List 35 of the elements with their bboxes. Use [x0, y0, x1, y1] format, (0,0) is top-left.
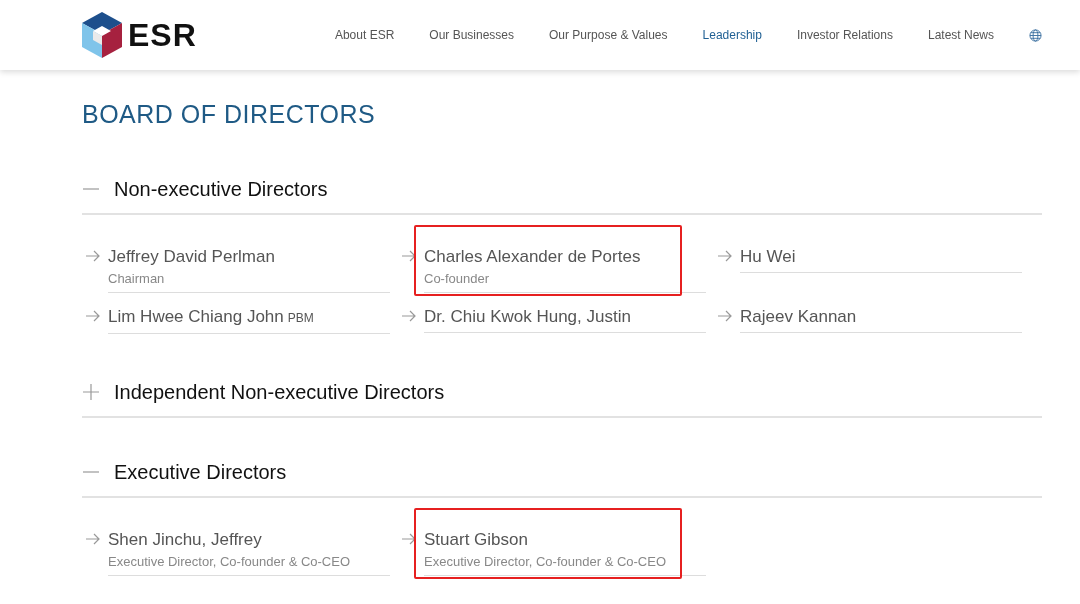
globe-icon[interactable]	[1029, 28, 1042, 42]
director-card[interactable]: Stuart Gibson Executive Director, Co-founder & Co-CEO	[424, 528, 706, 576]
director-role: Executive Director, Co-founder & Co-CEO	[424, 553, 668, 571]
arrow-icon	[86, 250, 100, 262]
section-title[interactable]: Executive Directors	[114, 460, 287, 484]
section-title[interactable]: Non-executive Directors	[114, 177, 328, 201]
section-title[interactable]: Independent Non-executive Directors	[114, 380, 445, 404]
arrow-icon	[718, 310, 732, 322]
arrow-icon	[402, 533, 416, 545]
arrow-icon	[86, 533, 100, 545]
director-name[interactable]: Charles Alexander de Portes	[424, 245, 706, 269]
plus-icon[interactable]	[82, 383, 100, 401]
nav-link[interactable]: About ESR	[334, 28, 395, 42]
director-name[interactable]: Shen Jinchu, Jeffrey	[108, 528, 390, 552]
nav-link[interactable]: Latest News	[927, 28, 994, 42]
nav-link[interactable]: Investor Relations	[796, 28, 893, 42]
nav-link[interactable]: Our Businesses	[429, 28, 514, 42]
arrow-icon	[86, 310, 100, 322]
honour-suffix: PBM	[287, 311, 314, 325]
arrow-icon	[718, 250, 732, 262]
director-name[interactable]: Stuart Gibson	[424, 528, 706, 552]
nav-link[interactable]: Our Purpose & Values	[549, 28, 668, 42]
arrow-icon	[402, 250, 416, 262]
director-role: Chairman	[108, 270, 166, 288]
arrow-icon	[402, 310, 416, 322]
director-card[interactable]: Shen Jinchu, Jeffrey Executive Director, Co-founder & Co-CEO	[108, 528, 390, 576]
director-role: Co-founder	[424, 270, 491, 288]
director-role: Executive Director, Co-founder & Co-CEO	[108, 553, 352, 571]
nav-link[interactable]: Leadership	[702, 28, 762, 42]
logo-text[interactable]: ESR	[128, 16, 197, 54]
director-name[interactable]: Jeffrey David Perlman	[108, 245, 390, 269]
cube-logo-icon	[82, 12, 122, 58]
director-card[interactable]: Charles Alexander de Portes Co-founder	[424, 245, 706, 293]
director-card[interactable]: Jeffrey David Perlman Chairman	[108, 245, 390, 293]
page-title: BOARD OF DIRECTORS	[82, 100, 377, 129]
